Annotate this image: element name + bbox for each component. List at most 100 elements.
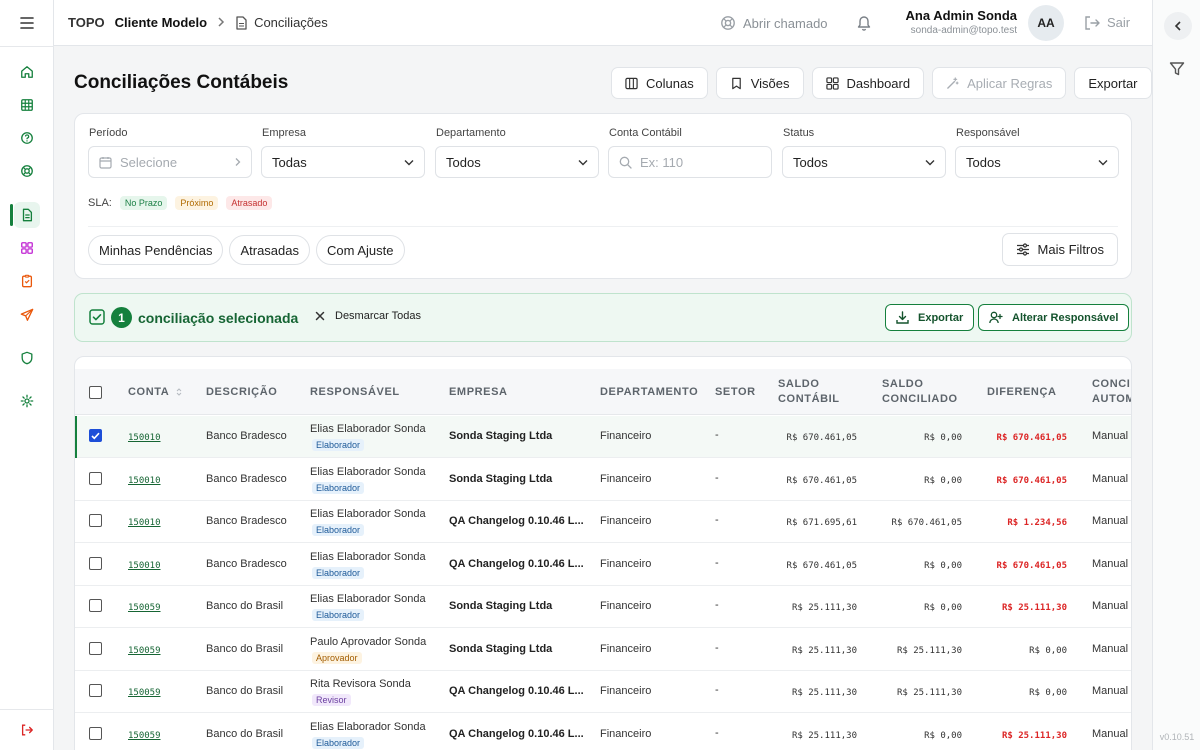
account-link[interactable]: 150059 bbox=[128, 603, 161, 613]
row-checkbox[interactable] bbox=[89, 684, 102, 697]
breadcrumb-client[interactable]: Cliente Modelo bbox=[115, 15, 207, 30]
reconciled-balance-cell: R$ 0,00 bbox=[924, 475, 962, 486]
filter-icon[interactable] bbox=[1169, 61, 1185, 80]
with-adjust-chip[interactable]: Com Ajuste bbox=[316, 235, 405, 265]
table-row[interactable]: 150059 Banco do Brasil Rita Revisora Sonda… bbox=[75, 671, 1131, 713]
col-conta[interactable]: CONTA bbox=[128, 369, 183, 415]
sla-on-time-tag[interactable]: No Prazo bbox=[119, 196, 168, 210]
more-filters-button[interactable]: Mais Filtros bbox=[1001, 233, 1118, 266]
select-all-checkbox[interactable] bbox=[89, 369, 102, 415]
col-descricao[interactable]: DESCRIÇÃO bbox=[206, 369, 277, 415]
row-checkbox[interactable] bbox=[89, 556, 102, 570]
table-row[interactable]: 150010 Banco Bradesco Elias Elaborador Son… bbox=[75, 458, 1131, 501]
account-link[interactable]: 150059 bbox=[128, 688, 161, 698]
period-placeholder: Selecione bbox=[120, 154, 178, 170]
row-checkbox[interactable] bbox=[89, 641, 102, 655]
bell-icon[interactable] bbox=[856, 14, 872, 34]
description-cell: Banco do Brasil bbox=[206, 600, 284, 612]
role-badge: Elaborador bbox=[312, 736, 365, 749]
period-picker[interactable]: Selecione bbox=[88, 146, 252, 178]
columns-button[interactable]: Colunas bbox=[611, 67, 708, 99]
table-row[interactable]: 150010 Banco Bradesco Elias Elaborador Son… bbox=[75, 543, 1131, 586]
row-checkbox[interactable] bbox=[89, 429, 102, 442]
account-link[interactable]: 150010 bbox=[128, 561, 161, 571]
help-circle-icon[interactable] bbox=[14, 125, 40, 151]
department-select[interactable]: Todos bbox=[435, 146, 599, 178]
menu-icon[interactable] bbox=[15, 12, 39, 34]
table-row[interactable]: 150010 Banco Bradesco Elias Elaborador Son… bbox=[75, 416, 1131, 458]
logout-button[interactable]: Sair bbox=[1084, 15, 1130, 30]
breadcrumb-current: Conciliações bbox=[235, 15, 328, 30]
account-search-input[interactable]: Ex: 110 bbox=[608, 146, 772, 178]
open-ticket-button[interactable]: Abrir chamado bbox=[720, 15, 828, 31]
clipboard-check-icon[interactable] bbox=[14, 268, 40, 294]
document-icon bbox=[236, 15, 247, 30]
export-selected-button[interactable]: Exportar bbox=[885, 304, 975, 331]
sla-late-tag[interactable]: Atrasado bbox=[226, 196, 273, 210]
sector-cell: - bbox=[715, 684, 719, 696]
col-departamento[interactable]: DEPARTAMENTO bbox=[600, 369, 698, 415]
my-pending-chip[interactable]: Minhas Pendências bbox=[88, 235, 224, 265]
owner-name-cell: Elias Elaborador Sonda bbox=[310, 508, 426, 520]
company-cell: QA Changelog 0.10.46 L... bbox=[449, 557, 584, 570]
open-ticket-label: Abrir chamado bbox=[743, 15, 828, 31]
collapse-panel-button[interactable] bbox=[1164, 12, 1192, 40]
clear-selection-button[interactable]: Desmarcar Todas bbox=[315, 310, 421, 322]
gear-icon[interactable] bbox=[14, 388, 40, 414]
sla-near-tag[interactable]: Próximo bbox=[175, 196, 219, 210]
owner-select[interactable]: Todos bbox=[955, 146, 1119, 178]
shield-icon[interactable] bbox=[14, 345, 40, 371]
dashboard-button[interactable]: Dashboard bbox=[811, 67, 925, 99]
department-value: Todos bbox=[446, 154, 481, 170]
row-checkbox[interactable] bbox=[89, 726, 102, 740]
col-saldo-contabil[interactable]: SALDO CONTÁBIL bbox=[778, 369, 840, 415]
sliders-icon bbox=[1016, 243, 1029, 256]
grid-icon[interactable] bbox=[14, 235, 40, 261]
table-row[interactable]: 150059 Banco do Brasil Elias Elaborador So… bbox=[75, 713, 1131, 750]
row-checkbox[interactable] bbox=[89, 599, 102, 612]
late-chip[interactable]: Atrasadas bbox=[229, 235, 311, 265]
account-link[interactable]: 150010 bbox=[128, 433, 161, 443]
table-row[interactable]: 150059 Banco do Brasil Elias Elaborador So… bbox=[75, 586, 1131, 628]
account-link[interactable]: 150010 bbox=[128, 476, 161, 486]
col-diferenca[interactable]: DIFERENÇA bbox=[987, 369, 1057, 415]
avatar[interactable]: AA bbox=[1028, 5, 1064, 41]
sector-cell: - bbox=[715, 726, 719, 739]
col-conciliacao-automatica[interactable]: CONCIL AUTOM bbox=[1092, 369, 1131, 415]
status-select[interactable]: Todos bbox=[782, 146, 946, 178]
columns-label: Colunas bbox=[646, 75, 694, 91]
col-responsavel[interactable]: RESPONSÁVEL bbox=[310, 369, 400, 415]
col-saldo-conciliado[interactable]: SALDO CONCILIADO bbox=[882, 369, 958, 415]
table-row[interactable]: 150059 Banco do Brasil Paulo Aprovador Son… bbox=[75, 628, 1131, 671]
lifebuoy-icon[interactable] bbox=[14, 158, 40, 184]
magic-wand-icon bbox=[947, 76, 959, 89]
table-row[interactable]: 150010 Banco Bradesco Elias Elaborador Son… bbox=[75, 501, 1131, 543]
difference-cell: R$ 670.461,05 bbox=[996, 475, 1067, 486]
user-info[interactable]: Ana Admin Sonda sonda-admin@topo.test bbox=[904, 8, 1017, 36]
check-square-icon bbox=[89, 309, 105, 328]
views-button[interactable]: Visões bbox=[715, 67, 804, 99]
document-icon[interactable] bbox=[14, 202, 40, 228]
col-empresa[interactable]: EMPRESA bbox=[449, 369, 508, 415]
col-setor[interactable]: SETOR bbox=[715, 369, 756, 415]
role-badge: Elaborador bbox=[312, 481, 365, 494]
row-checkbox[interactable] bbox=[89, 514, 102, 527]
company-select[interactable]: Todas bbox=[261, 146, 425, 178]
account-link[interactable]: 150059 bbox=[128, 646, 161, 656]
col-saldo-contabil-line1: SALDO bbox=[778, 378, 820, 390]
home-icon[interactable] bbox=[14, 59, 40, 85]
export-button[interactable]: Exportar bbox=[1074, 67, 1152, 99]
sidebar bbox=[0, 0, 54, 750]
brand-logo[interactable]: TOPO bbox=[68, 15, 105, 30]
row-checkbox[interactable] bbox=[89, 471, 102, 485]
difference-cell: R$ 670.461,05 bbox=[996, 433, 1067, 443]
account-link[interactable]: 150059 bbox=[128, 731, 161, 741]
change-owner-button[interactable]: Alterar Responsável bbox=[978, 304, 1130, 331]
apply-rules-button[interactable]: Aplicar Regras bbox=[932, 67, 1067, 99]
owner-name-cell: Elias Elaborador Sonda bbox=[310, 593, 426, 605]
table-icon[interactable] bbox=[14, 92, 40, 118]
account-link[interactable]: 150010 bbox=[128, 518, 161, 528]
selected-count-badge: 1 bbox=[111, 307, 132, 328]
send-icon[interactable] bbox=[14, 302, 40, 328]
logout-icon[interactable] bbox=[14, 717, 40, 743]
